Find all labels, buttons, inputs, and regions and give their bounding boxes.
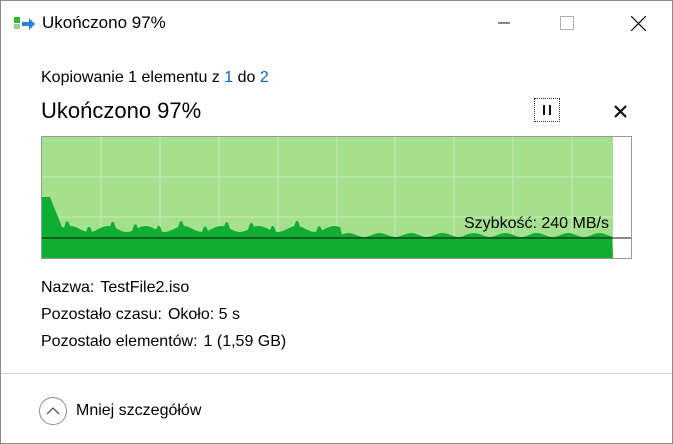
speed-label: Szybkość: 240 MB/s	[464, 215, 609, 232]
cancel-icon	[613, 104, 627, 118]
items-remaining-value: 1 (1,59 GB)	[203, 333, 287, 350]
destination-link[interactable]: 2	[260, 69, 269, 86]
minimize-icon	[498, 22, 510, 24]
footer-divider	[1, 373, 672, 374]
minimize-button[interactable]	[481, 1, 527, 45]
pause-button[interactable]	[534, 98, 560, 122]
items-remaining-label: Pozostało elementów:	[41, 333, 198, 350]
maximize-button[interactable]	[544, 1, 590, 45]
time-remaining-label: Pozostało czasu:	[41, 306, 162, 323]
maximize-icon	[560, 16, 574, 30]
time-remaining-row: Pozostało czasu: Około: 5 s	[41, 305, 240, 325]
name-row: Nazwa: TestFile2.iso	[41, 278, 189, 298]
time-remaining-value: Około: 5 s	[167, 306, 240, 323]
progress-title: Ukończono 97%	[41, 98, 202, 123]
copy-status-prefix: Kopiowanie 1 elementu z	[41, 69, 220, 86]
fewer-details-label: Mniej szczegółów	[76, 402, 202, 419]
name-value: TestFile2.iso	[100, 279, 190, 296]
title-bar: Ukończono 97%	[1, 1, 672, 45]
chevron-up-icon	[39, 397, 67, 425]
copy-status-connector: do	[237, 69, 256, 86]
pause-icon	[543, 105, 551, 115]
window-title: Ukończono 97%	[42, 13, 166, 32]
copy-status-line: Kopiowanie 1 elementu z 1 do 2	[41, 68, 269, 88]
speed-graph-canvas	[42, 137, 631, 258]
cancel-button[interactable]	[607, 99, 633, 123]
items-remaining-row: Pozostało elementów: 1 (1,59 GB)	[41, 332, 286, 352]
close-button[interactable]	[615, 1, 661, 45]
close-icon	[630, 15, 646, 31]
fewer-details-button[interactable]: Mniej szczegółów	[39, 395, 201, 427]
copy-app-icon	[14, 15, 36, 31]
source-link[interactable]: 1	[224, 69, 233, 86]
name-label: Nazwa:	[41, 279, 95, 296]
speed-graph	[41, 136, 632, 259]
